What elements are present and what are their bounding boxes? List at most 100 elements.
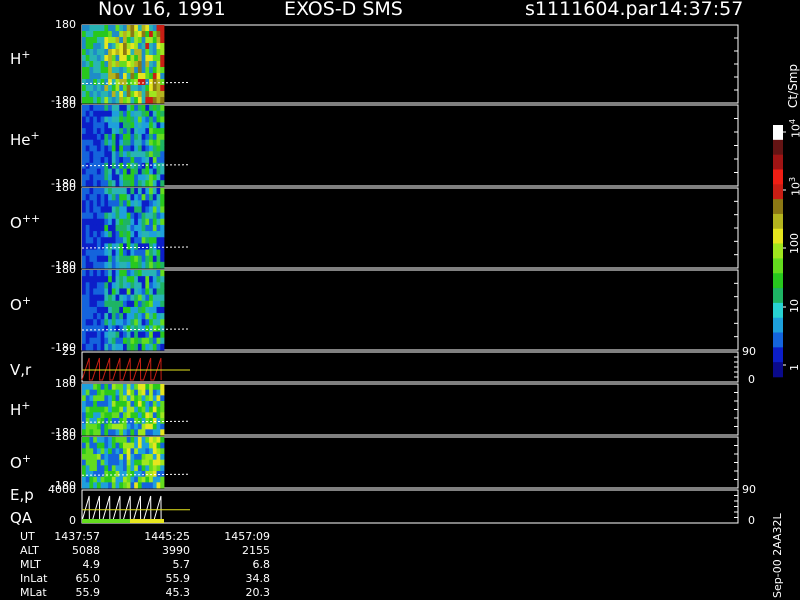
spectrogram-cell [93, 55, 98, 62]
spectrogram-cell [89, 31, 94, 38]
spectrogram-cell [104, 128, 109, 135]
spectrogram-cell [149, 73, 154, 80]
spectrogram-cell [82, 300, 87, 308]
spectrogram-cell [96, 237, 102, 244]
spectrogram-cell [141, 85, 146, 92]
spectrogram-cell [145, 270, 150, 277]
spectrogram-cell [123, 306, 128, 314]
spectrogram-cell [141, 25, 146, 32]
spectrogram-cell [156, 61, 161, 68]
spectrogram-cell [130, 459, 135, 466]
spectrogram-cell [123, 319, 128, 326]
spectrogram-cell [160, 162, 165, 170]
spectrogram-cell [104, 151, 109, 158]
spectrogram-cell [119, 406, 124, 413]
spectrogram-cell [82, 168, 87, 175]
spectrogram-cell [130, 476, 135, 483]
spectrogram-cell [160, 343, 165, 351]
spectrogram-cell [96, 325, 102, 332]
spectrogram-cell [126, 418, 131, 425]
spectrogram-cell [156, 110, 161, 117]
spectrogram-cell [85, 97, 90, 104]
spectrogram-cell [93, 97, 98, 104]
spectrogram-cell [93, 442, 98, 449]
panel-label: O+ [10, 452, 32, 473]
spectrogram-cell [134, 476, 139, 483]
spectrogram-cell [108, 437, 113, 444]
spectrogram-cell [119, 73, 124, 80]
spectrogram-cell [134, 85, 139, 92]
spectrogram-cell [141, 49, 146, 56]
spectrogram-cell [152, 37, 157, 44]
spectrogram-cell [85, 337, 90, 345]
spectrogram-cell [152, 231, 157, 238]
spectrogram-cell [89, 337, 94, 345]
spectrogram-cell [134, 337, 139, 345]
spectrogram-cell [119, 454, 124, 461]
spectrogram-cell [96, 418, 102, 425]
spectrogram-cell [152, 174, 157, 181]
spectrogram-cell [85, 194, 90, 201]
spectrogram-cell [96, 276, 102, 283]
spectrogram-cell [145, 418, 150, 425]
spectrogram-cell [108, 237, 113, 244]
spectrogram-cell [111, 73, 116, 80]
spectrogram-cell [145, 401, 150, 408]
spectrogram-cell [82, 218, 87, 226]
spectrogram-cell [111, 384, 116, 391]
spectrogram-cell [119, 325, 124, 332]
spectrogram-cell [85, 454, 90, 461]
spectrogram-cell [82, 61, 87, 68]
spectrogram-cell [145, 116, 150, 123]
spectrogram-cell [111, 145, 116, 152]
spectrogram-cell [126, 384, 131, 391]
spectrogram-cell [96, 73, 102, 80]
spectrogram-cell [141, 206, 146, 214]
spectrogram-cell [134, 139, 139, 146]
spectrogram-cell [111, 465, 116, 472]
spectrogram-cell [145, 97, 150, 104]
spectrogram-cell [152, 61, 157, 68]
spectrogram-cell [134, 128, 139, 135]
spectrogram-cell [149, 91, 154, 98]
spectrogram-cell [89, 255, 94, 263]
spectrogram-cell [108, 116, 113, 123]
spectrogram-cell [123, 237, 128, 244]
spectrogram-cell [119, 145, 124, 152]
spectrogram-cell [104, 255, 109, 263]
spectrogram-cell [134, 442, 139, 449]
spectrogram-cell [85, 276, 90, 283]
spectrogram-cell [93, 231, 98, 238]
spectrogram-cell [111, 418, 116, 425]
spectrogram-cell [96, 174, 102, 181]
spectrogram-cell [119, 255, 124, 263]
spectrogram-cell [126, 79, 131, 86]
spectrogram-cell [123, 255, 128, 263]
spectrogram-cell [115, 231, 120, 238]
spectrogram-cell [149, 343, 154, 351]
spectrogram-cell [96, 454, 102, 461]
spectrogram-cell [96, 294, 102, 302]
spectrogram-cell [96, 157, 102, 164]
spectrogram-cell [160, 337, 165, 345]
spectrogram-cell [134, 389, 139, 396]
spectrogram-cell [100, 482, 105, 489]
spectrogram-cell [119, 218, 124, 226]
spectrogram-cell [93, 261, 98, 269]
spectrogram-cell [119, 337, 124, 345]
spectrogram-cell [141, 116, 146, 123]
spectrogram-cell [111, 429, 116, 436]
spectrogram-cell [108, 97, 113, 104]
spectrogram-cell [149, 110, 154, 117]
spectrogram-cell [96, 61, 102, 68]
spectrogram-cell [82, 395, 87, 402]
spectrogram-cell [134, 306, 139, 314]
spectrogram-cell [130, 243, 135, 250]
spectrogram-cell [96, 389, 102, 396]
spectrogram-cell [152, 85, 157, 92]
spectrogram-cell [130, 300, 135, 308]
spectrogram-cell [130, 384, 135, 391]
spectrogram-cell [108, 389, 113, 396]
spectrogram-cell [108, 73, 113, 80]
spectrogram-cell [149, 206, 154, 214]
